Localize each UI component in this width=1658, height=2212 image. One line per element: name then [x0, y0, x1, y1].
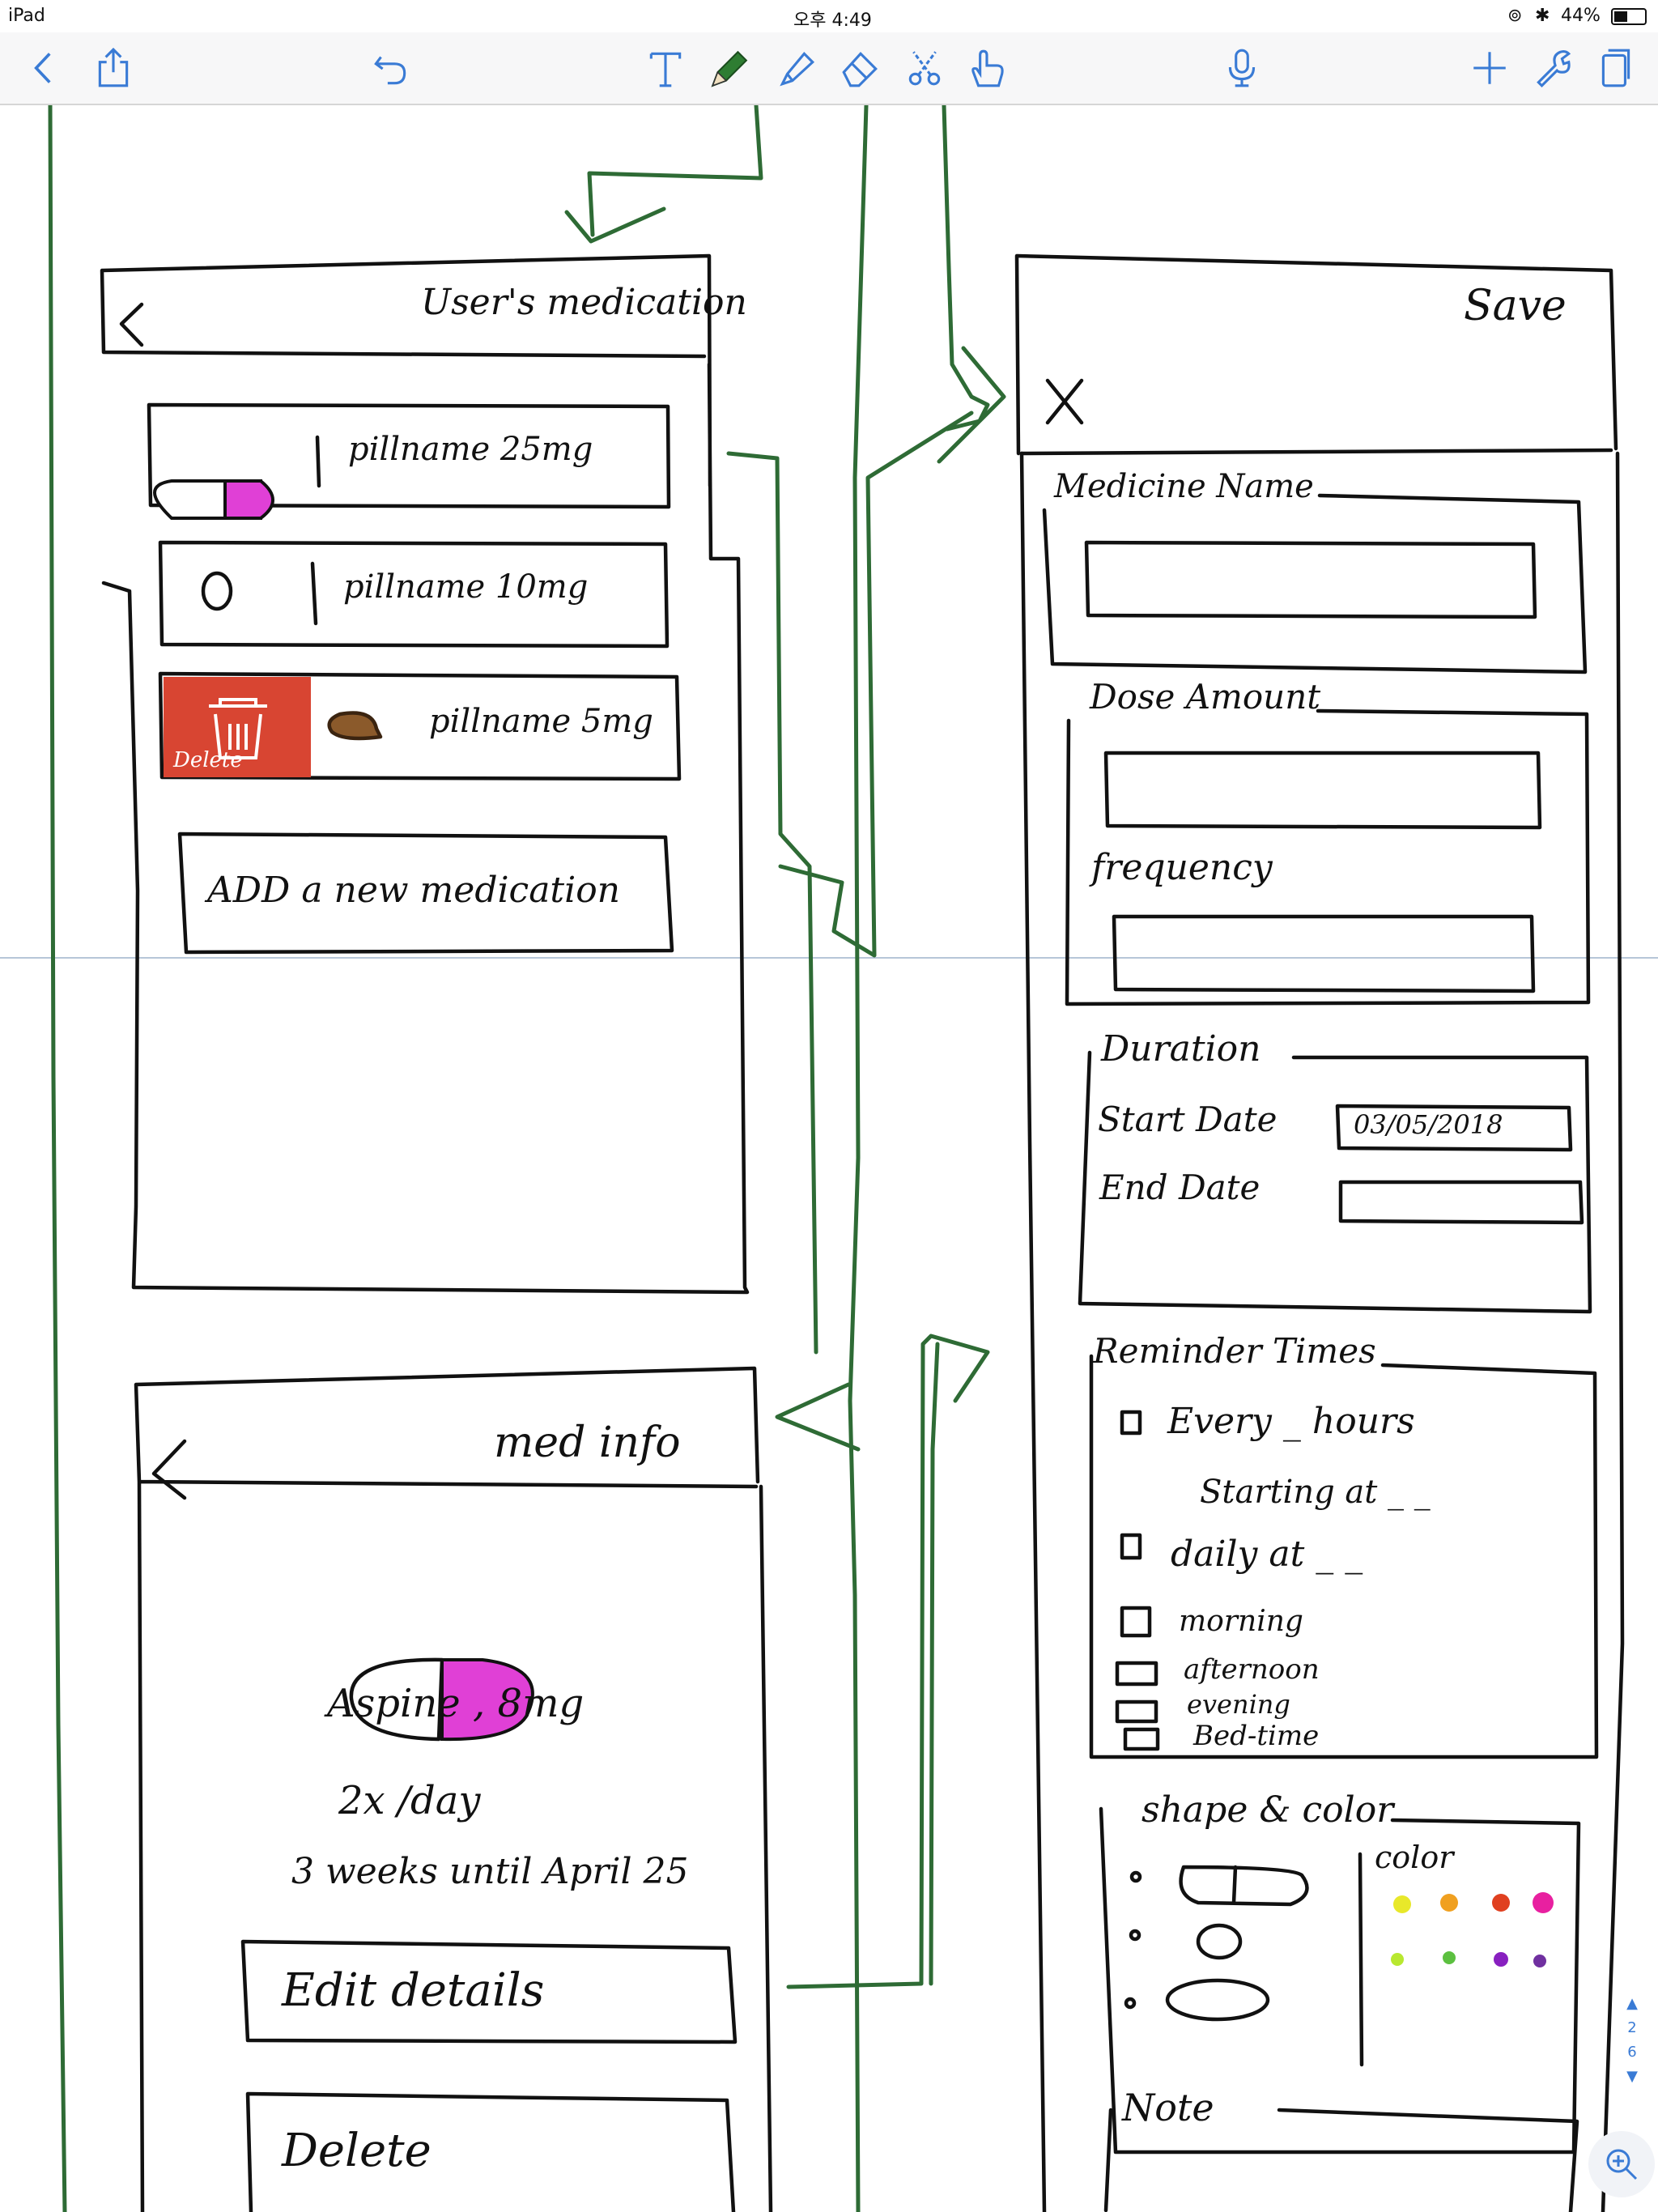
highlighter-tool-icon[interactable]	[772, 44, 821, 92]
status-bar: iPad 오후 4:49 ⊚ ✱ 44%	[0, 0, 1658, 32]
medication-name: Aspine , 8mg	[327, 1681, 585, 1726]
back-chevron-icon[interactable]	[19, 44, 68, 92]
reminder-daily-option[interactable]: daily at _ _	[1171, 1534, 1363, 1575]
reminder-option[interactable]: morning	[1179, 1605, 1303, 1638]
end-date-label: End Date	[1099, 1168, 1261, 1207]
note-label: Note	[1122, 2086, 1214, 2129]
page-down-icon[interactable]: ▼	[1618, 2065, 1647, 2089]
start-date-value[interactable]: 03/05/2018	[1354, 1109, 1503, 1140]
shape-color-label: shape & color	[1141, 1789, 1394, 1831]
reminder-option[interactable]: evening	[1187, 1689, 1290, 1720]
notebook-page[interactable]: User's medication pillname 25mg pillname…	[0, 105, 1658, 2212]
total-pages: 6	[1627, 2044, 1637, 2061]
orientation-lock-icon: ⊚	[1507, 6, 1523, 26]
reminder-option[interactable]: Bed-time	[1193, 1720, 1319, 1752]
duration-label: Duration	[1101, 1028, 1261, 1070]
reminder-every-option[interactable]: Every _ hours	[1167, 1401, 1415, 1442]
add-icon[interactable]	[1465, 44, 1514, 92]
text-tool-icon[interactable]	[641, 44, 690, 92]
edit-details-button[interactable]: Edit details	[282, 1964, 544, 2017]
sketch-drawing	[0, 105, 1658, 2212]
device-name: iPad	[8, 6, 45, 26]
medication-duration: 3 weeks until April 25	[291, 1851, 689, 1892]
list-item-label: pillname 10mg	[343, 568, 589, 606]
add-medication-button[interactable]: ADD a new medication	[207, 870, 620, 911]
list-screen-title: User's medication	[421, 282, 747, 323]
hand-tool-icon[interactable]	[963, 44, 1012, 92]
zoom-in-icon[interactable]	[1588, 2131, 1655, 2197]
dose-amount-label: Dose Amount	[1090, 677, 1321, 717]
bluetooth-icon: ✱	[1535, 6, 1550, 26]
wrench-icon[interactable]	[1528, 44, 1577, 92]
medicine-name-label: Medicine Name	[1054, 468, 1314, 505]
list-item-label: pillname 25mg	[348, 431, 593, 468]
save-button[interactable]: Save	[1464, 282, 1567, 330]
reminder-option[interactable]: afternoon	[1184, 1653, 1320, 1686]
color-label: color	[1375, 1840, 1454, 1875]
pen-tool-icon[interactable]	[704, 44, 753, 92]
frequency-label: frequency	[1091, 847, 1273, 888]
reminder-times-label: Reminder Times	[1093, 1331, 1376, 1371]
delete-button[interactable]: Delete	[282, 2125, 432, 2177]
eraser-tool-icon[interactable]	[835, 44, 884, 92]
reminder-starting-option: Starting at _ _	[1200, 1474, 1431, 1511]
lasso-tool-icon[interactable]	[900, 44, 949, 92]
microphone-icon[interactable]	[1218, 44, 1266, 92]
pages-icon[interactable]	[1592, 44, 1640, 92]
list-item-label: pillname 5mg	[429, 703, 653, 740]
delete-swipe-label[interactable]: Delete	[173, 748, 243, 772]
current-page: 2	[1627, 2019, 1637, 2036]
share-icon[interactable]	[89, 44, 138, 92]
undo-icon[interactable]	[366, 44, 414, 92]
page-indicator[interactable]: ▲ 2 6 ▼	[1618, 1992, 1647, 2089]
page-up-icon[interactable]: ▲	[1618, 1992, 1647, 2016]
info-screen-title: med info	[494, 1419, 681, 1467]
battery-percent: 44%	[1561, 6, 1601, 26]
medication-frequency: 2x /day	[338, 1778, 481, 1823]
start-date-label: Start Date	[1098, 1100, 1278, 1139]
clock: 오후 4:49	[793, 11, 872, 31]
toolbar	[0, 32, 1658, 105]
battery-icon	[1611, 8, 1647, 25]
